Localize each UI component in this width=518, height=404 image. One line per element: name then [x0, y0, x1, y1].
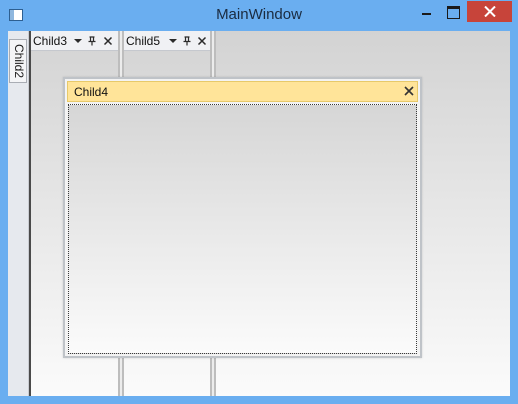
sidebar-tab-label: Child2	[12, 44, 26, 79]
pane-header[interactable]: Child3	[31, 31, 118, 51]
sidebar-tab-child2[interactable]: Child2	[9, 39, 27, 83]
main-window: MainWindow Child2 Child3 Child5 Child4	[0, 0, 518, 404]
pin-icon[interactable]	[87, 36, 97, 46]
dropdown-icon[interactable]	[168, 36, 178, 46]
maximize-button[interactable]	[440, 1, 466, 22]
pane-header[interactable]: Child5	[124, 31, 210, 51]
pane-title: Child5	[126, 34, 161, 48]
autohide-sidebar: Child2	[8, 31, 29, 396]
close-icon[interactable]	[103, 36, 113, 46]
pin-icon[interactable]	[182, 36, 192, 46]
floating-window-title: Child4	[74, 85, 109, 99]
pane-title: Child3	[33, 34, 68, 48]
floating-window-header[interactable]: Child4	[67, 81, 418, 102]
floating-window-child4[interactable]: Child4	[63, 77, 422, 358]
close-icon[interactable]	[197, 36, 207, 46]
close-icon[interactable]	[403, 85, 415, 97]
title-bar[interactable]: MainWindow	[0, 0, 518, 30]
dropdown-icon[interactable]	[73, 36, 83, 46]
close-window-button[interactable]	[467, 1, 512, 22]
client-area: Child2 Child3 Child5 Child4	[8, 31, 510, 396]
floating-window-content	[68, 104, 417, 354]
minimize-button[interactable]	[413, 1, 439, 22]
close-icon	[484, 6, 496, 17]
